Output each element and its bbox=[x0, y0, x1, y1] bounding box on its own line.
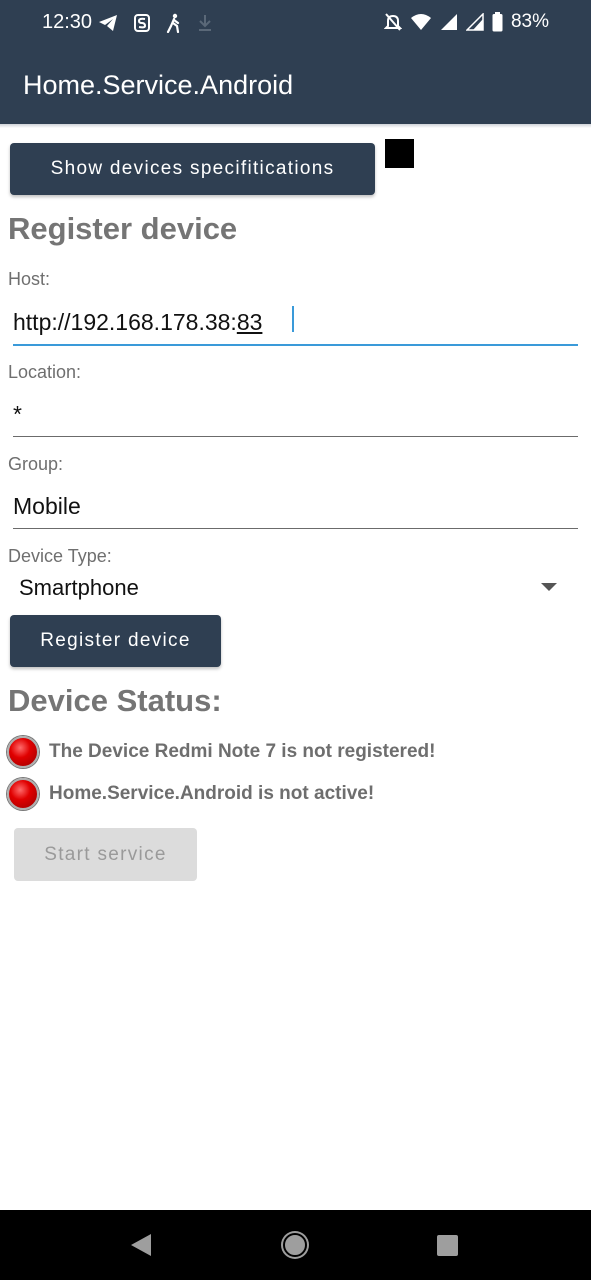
status-time: 12:30 bbox=[42, 11, 93, 33]
walking-icon bbox=[166, 13, 180, 33]
device-type-label: Device Type: bbox=[8, 546, 112, 566]
group-value: Mobile bbox=[13, 493, 81, 519]
group-label: Group: bbox=[8, 454, 64, 474]
status-item-text: The Device Redmi Note 7 is not registere… bbox=[49, 741, 436, 762]
telegram-icon bbox=[99, 15, 117, 31]
app-bar: Home.Service.Android bbox=[0, 44, 591, 124]
group-field-underline bbox=[13, 528, 578, 529]
red-led-icon bbox=[7, 736, 39, 768]
host-value: http://192.168.178.38:83 bbox=[13, 309, 262, 336]
location-value: * bbox=[13, 401, 22, 427]
location-field[interactable]: * bbox=[13, 396, 578, 436]
notification-s-icon bbox=[134, 14, 150, 32]
register-device-title: Register device bbox=[8, 211, 238, 246]
group-field[interactable]: Mobile bbox=[13, 488, 578, 528]
register-device-button[interactable]: Register device bbox=[10, 615, 221, 667]
device-type-value: Smartphone bbox=[19, 575, 139, 600]
signal-icon bbox=[440, 14, 457, 30]
status-item-registration: The Device Redmi Note 7 is not registere… bbox=[7, 734, 435, 770]
host-field-underline bbox=[13, 344, 578, 346]
recent-apps-icon[interactable] bbox=[437, 1235, 458, 1256]
bell-off-icon bbox=[383, 13, 402, 31]
status-left-icons bbox=[98, 12, 212, 34]
text-cursor bbox=[292, 306, 294, 332]
battery-icon bbox=[492, 12, 503, 32]
register-device-button-label: Register device bbox=[40, 630, 191, 651]
battery-percentage: 83% bbox=[510, 11, 549, 32]
show-devices-specs-button[interactable]: Show devices specifitications bbox=[10, 143, 375, 195]
host-label: Host: bbox=[8, 269, 51, 289]
status-right-icons: 83% bbox=[383, 11, 549, 33]
start-service-button[interactable]: Start service bbox=[14, 828, 197, 881]
app-title: Home.Service.Android bbox=[23, 70, 294, 100]
wifi-icon bbox=[410, 14, 431, 30]
show-devices-specs-label: Show devices specifitications bbox=[50, 158, 335, 179]
status-item-text: Home.Service.Android is not active! bbox=[49, 783, 375, 804]
host-value-text: http://192.168.178.38: bbox=[13, 309, 237, 335]
black-square bbox=[385, 139, 414, 168]
start-service-label: Start service bbox=[44, 843, 167, 865]
red-led-icon bbox=[7, 778, 39, 810]
app-bar-shadow bbox=[0, 124, 591, 128]
location-label: Location: bbox=[8, 362, 82, 382]
status-bar: 12:30 83% bbox=[0, 0, 591, 44]
host-field[interactable]: http://192.168.178.38:83 bbox=[13, 304, 578, 344]
home-icon[interactable] bbox=[283, 1233, 307, 1257]
status-item-service: Home.Service.Android is not active! bbox=[7, 776, 374, 812]
location-field-underline bbox=[13, 436, 578, 437]
signal-icon bbox=[465, 13, 484, 31]
download-icon bbox=[199, 15, 211, 31]
host-value-composing: 83 bbox=[236, 309, 263, 335]
device-status-title: Device Status: bbox=[8, 683, 222, 718]
dropdown-arrow-icon[interactable] bbox=[541, 583, 557, 591]
back-icon[interactable] bbox=[131, 1234, 151, 1256]
